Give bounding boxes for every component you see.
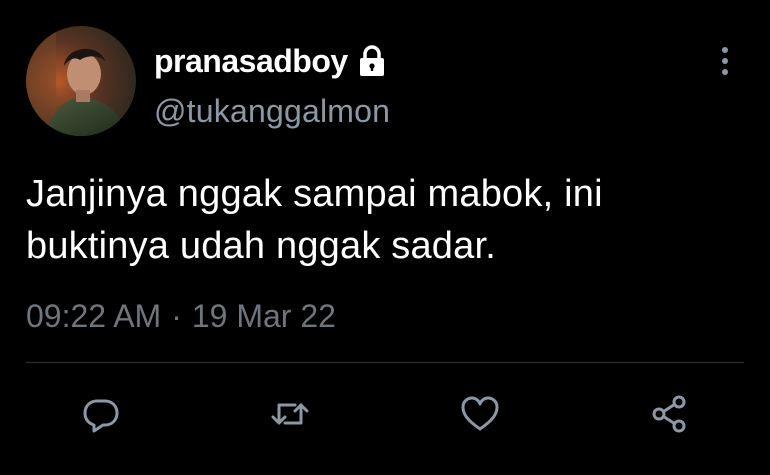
user-handle[interactable]: @tukanggalmon <box>154 93 390 130</box>
tweet-card: pranasadboy @tukanggalmon Janjinya nggak… <box>0 0 770 475</box>
share-button[interactable] <box>648 392 692 436</box>
user-name-row: pranasadboy <box>154 40 388 82</box>
retweet-button[interactable] <box>268 392 312 436</box>
tweet-timestamp: 09:22 AM · 19 Mar 22 <box>26 298 336 335</box>
avatar[interactable] <box>26 26 136 136</box>
lock-icon <box>356 44 388 78</box>
tweet-time: 09:22 AM <box>26 298 162 334</box>
display-name[interactable]: pranasadboy <box>154 43 348 80</box>
like-button[interactable] <box>458 392 502 436</box>
tweet-text: Janjinya nggak sampai mabok, ini buktiny… <box>26 168 756 272</box>
tweet-text-line: buktinya udah nggak sadar. <box>26 225 496 267</box>
meta-separator: · <box>171 298 182 334</box>
like-icon <box>459 393 501 435</box>
reply-button[interactable] <box>79 392 123 436</box>
reply-icon <box>80 393 122 435</box>
more-options-icon[interactable] <box>712 44 738 78</box>
tweet-text-line: Janjinya nggak sampai mabok, ini <box>26 173 603 215</box>
share-icon <box>649 393 691 435</box>
retweet-icon <box>269 393 311 435</box>
divider <box>26 362 744 363</box>
tweet-date: 19 Mar 22 <box>191 298 336 334</box>
